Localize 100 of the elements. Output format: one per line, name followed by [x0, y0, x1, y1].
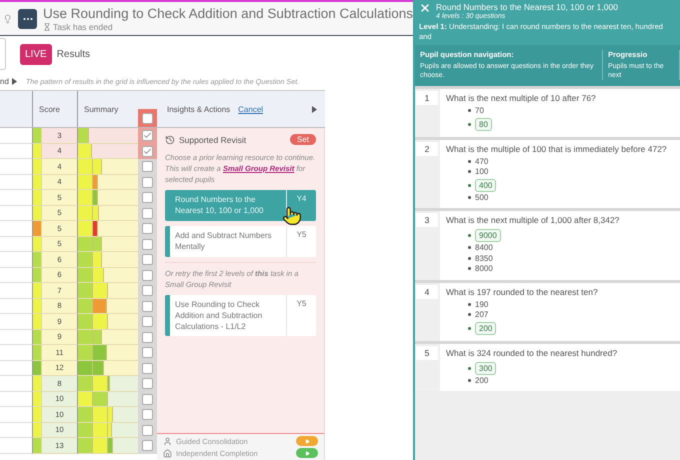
row-checkbox[interactable]	[142, 176, 153, 188]
panel-title: Round Numbers to the Nearest 10, 100 or 1,000	[436, 2, 618, 12]
question-number: 4	[416, 284, 438, 298]
row-checkbox[interactable]	[142, 192, 153, 204]
history-icon	[165, 134, 175, 144]
bullet-icon	[468, 170, 471, 174]
row-checkbox[interactable]	[142, 208, 153, 219]
bullet-icon	[468, 160, 471, 163]
correct-answer: 80	[475, 118, 492, 130]
set-badge[interactable]: Set	[290, 134, 316, 145]
answer-option: 207	[475, 310, 488, 319]
resource-title: Round Numbers to the Nearest 10, 100 or 1,000	[174, 194, 265, 217]
hand-cursor-icon	[282, 206, 302, 226]
question-text: What is 197 rounded to the nearest ten?	[446, 286, 599, 296]
name-cell	[0, 268, 32, 283]
row-checkbox[interactable]	[142, 146, 153, 157]
question-number: 1	[416, 91, 438, 105]
answer-option: 500	[475, 192, 488, 202]
question-text: What is 324 rounded to the nearest hundred?	[446, 348, 618, 358]
bullet-icon	[468, 378, 471, 382]
cut-label[interactable]: nd	[0, 76, 9, 86]
question-number: 3	[416, 213, 438, 227]
row-checkbox[interactable]	[142, 161, 153, 172]
answer-option: 8350	[475, 254, 493, 262]
row-checkbox[interactable]	[142, 254, 153, 266]
section-title: Supported Revisit	[179, 134, 246, 144]
question-text: What is the next multiple of 1,000 after 8,342?	[446, 215, 620, 225]
name-cell	[0, 236, 32, 252]
answer-option: 470	[475, 156, 488, 166]
row-checkbox[interactable]	[142, 362, 153, 374]
caret-right-icon[interactable]	[12, 78, 17, 84]
bullet-icon	[468, 326, 471, 330]
row-checkbox[interactable]	[142, 270, 153, 281]
row-checkbox[interactable]	[142, 378, 153, 390]
resource-card[interactable]: Use Rounding to Check Addition and Subtraction Calculations - L1/L2 Y5	[165, 295, 316, 336]
row-checkbox[interactable]	[142, 409, 153, 420]
mode-toggle[interactable]	[296, 436, 318, 446]
row-checkbox[interactable]	[142, 300, 153, 312]
select-all-checkbox[interactable]	[142, 112, 153, 124]
house-icon	[163, 448, 172, 458]
column-header: Score	[32, 91, 77, 127]
row-checkbox[interactable]	[142, 223, 153, 234]
question-text: What is the multiple of 100 that is immediately before 472?	[446, 144, 668, 154]
correct-answer: 400	[475, 178, 496, 192]
resource-title: Add and Subtract Numbers Mentally	[174, 230, 272, 253]
row-checkbox[interactable]	[142, 332, 153, 343]
bullet-icon	[468, 256, 471, 260]
answer-option: 200	[475, 376, 488, 384]
mode-toggle[interactable]	[296, 448, 318, 458]
bullet-icon	[468, 196, 471, 199]
year-label: Y5	[286, 226, 316, 257]
question-number: 5	[416, 346, 438, 360]
resource-title: Use Rounding to Check Addition and Subtraction Calculations - L1/L2	[174, 299, 264, 333]
bullet-icon	[468, 246, 471, 250]
bullet-icon	[468, 234, 471, 238]
answer-option: 190	[475, 300, 488, 308]
name-cell	[0, 360, 32, 376]
correct-answer: 200	[475, 322, 496, 334]
results-label: Results	[56, 48, 90, 60]
bullet-icon	[468, 267, 471, 270]
row-checkbox[interactable]	[142, 238, 153, 250]
lightbulb-icon[interactable]	[3, 14, 12, 24]
row-checkbox[interactable]	[142, 424, 153, 436]
name-cell	[0, 174, 32, 190]
caret-right-icon[interactable]	[312, 106, 317, 112]
row-checkbox[interactable]	[142, 440, 153, 452]
name-cell	[0, 422, 32, 438]
name-cell	[0, 206, 32, 221]
play-icon	[304, 438, 310, 444]
question-number: 2	[416, 142, 438, 156]
live-badge: LIVE	[20, 44, 52, 64]
name-cell	[0, 298, 32, 314]
question-text: What is the next multiple of 10 after 76?	[446, 93, 597, 103]
row-checkbox[interactable]	[142, 285, 153, 296]
task-title: Use Rounding to Check Addition and Subtraction Calculations	[43, 6, 413, 22]
bullet-icon	[468, 184, 471, 187]
row-checkbox[interactable]	[142, 130, 153, 142]
year-label: Y5	[286, 295, 316, 336]
bullet-icon	[468, 302, 471, 306]
bullet-icon	[468, 109, 471, 112]
name-cell	[0, 330, 32, 345]
bullet-icon	[468, 313, 471, 316]
more-button[interactable]	[18, 8, 38, 28]
play-icon	[304, 450, 310, 456]
name-cell	[0, 392, 32, 407]
bullet-icon	[468, 366, 471, 370]
resource-card[interactable]: Add and Subtract Numbers Mentally Y5	[165, 226, 316, 257]
insights-title: Insights & Actions	[167, 104, 230, 114]
row-checkbox[interactable]	[142, 394, 153, 405]
answer-option: 70	[475, 106, 484, 115]
correct-answer: 9000	[475, 229, 501, 242]
hourglass-icon	[43, 22, 52, 30]
row-checkbox[interactable]	[142, 347, 153, 358]
tab-edge[interactable]	[0, 38, 6, 70]
answer-option: 8400	[475, 243, 493, 252]
person-icon	[163, 436, 172, 446]
row-checkbox[interactable]	[142, 316, 153, 328]
cancel-link[interactable]: Cancel	[238, 104, 264, 114]
answer-option: 100	[475, 167, 488, 176]
close-icon[interactable]	[419, 2, 431, 14]
